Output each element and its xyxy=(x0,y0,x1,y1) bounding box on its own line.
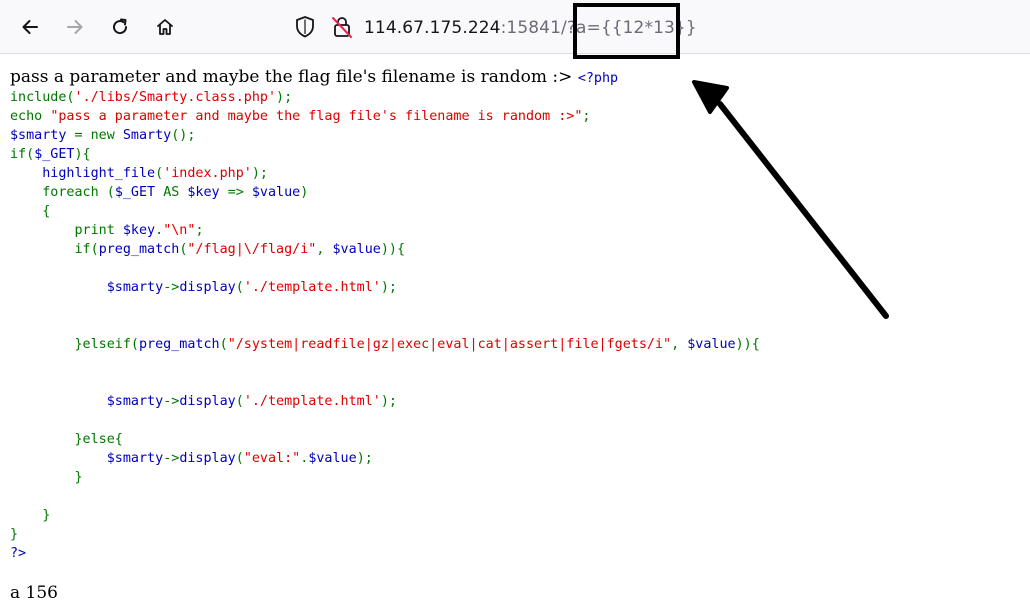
annotation-arrow xyxy=(692,80,889,319)
